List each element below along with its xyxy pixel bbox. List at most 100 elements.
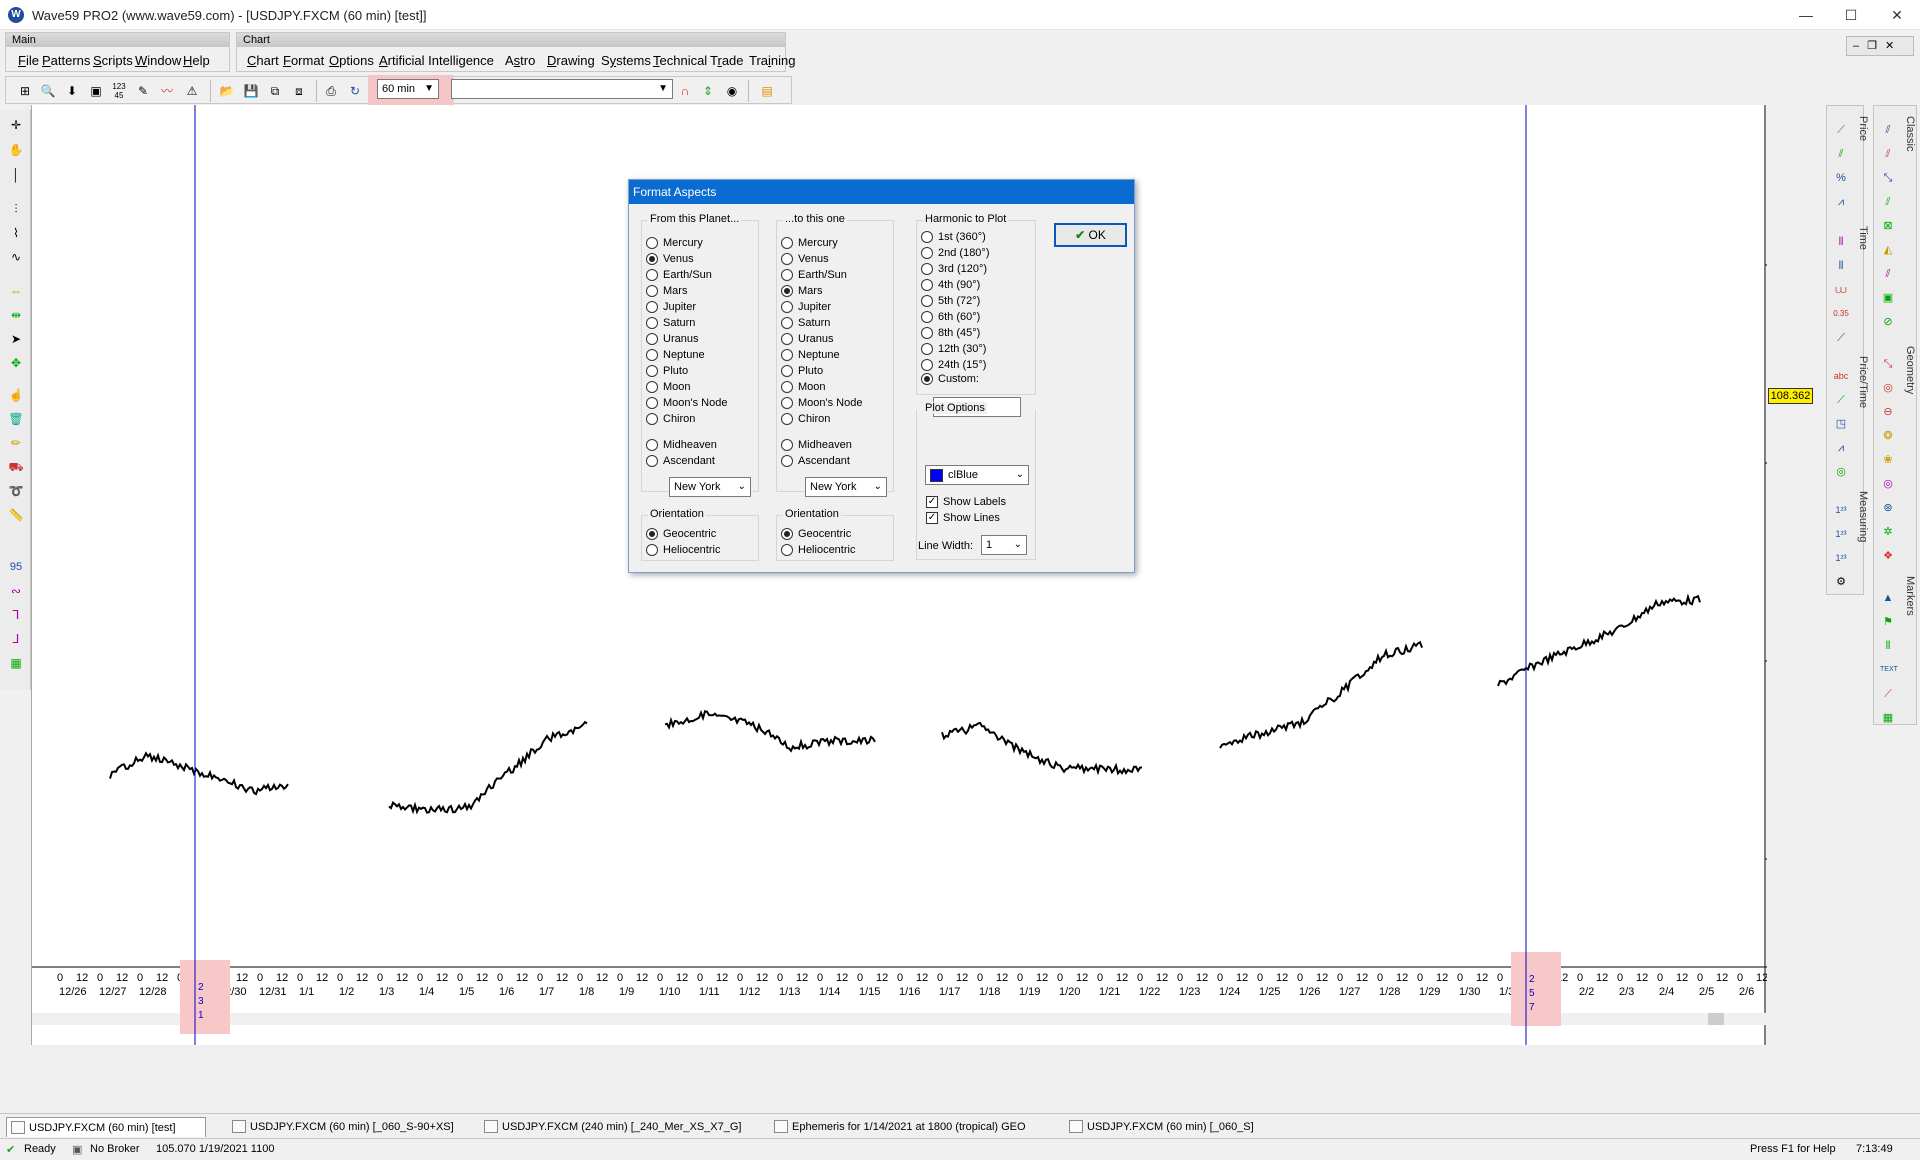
custom-harmonic-radio[interactable]: Custom: [921,371,979,387]
marker-box-icon[interactable]: ▦ [1880,710,1896,726]
geometry-4-icon[interactable]: ❂ [1880,428,1896,444]
from-radio-moon-s-node[interactable]: Moon's Node [646,395,727,411]
classic-6-icon[interactable]: ◭ [1880,242,1896,258]
chart-menu-astro[interactable]: Astro [505,53,535,68]
to-radio-saturn[interactable]: Saturn [781,315,830,331]
marker-text-icon[interactable]: TEXT [1880,662,1898,678]
tab-measuring[interactable]: Measuring [1857,491,1869,542]
to-radio-earth-sun[interactable]: Earth/Sun [781,267,847,283]
marker-text-2-icon[interactable]: ⦀ [1880,638,1896,654]
pointer-icon[interactable]: ☝ [7,386,25,404]
line-width-select[interactable]: 1 ⌄ [981,535,1027,555]
harmonic-radio-12th-30-[interactable]: 12th (30°) [921,341,986,357]
chart-menu-technical[interactable]: Technical [653,53,707,68]
chart-tab[interactable]: USDJPY.FXCM (60 min) [_060_S] [1065,1117,1255,1137]
eye-icon[interactable]: ◉ [723,82,741,100]
grid-icon[interactable]: ▦ [7,654,25,672]
from-orientation-radio-heliocentric[interactable]: Heliocentric [646,542,720,558]
maximize-button[interactable]: ☐ [1828,0,1874,30]
arrow-icon[interactable]: ➤ [7,330,25,348]
alert-icon[interactable]: ⚠ [183,82,201,100]
menu-help[interactable]: Help [183,53,210,68]
marker-line-icon[interactable]: ⟋ [1880,686,1896,702]
new-chart-icon[interactable]: ⊞ [16,82,34,100]
from-radio-ascendant[interactable]: Ascendant [646,453,715,469]
to-radio-midheaven[interactable]: Midheaven [781,437,852,453]
from-radio-mars[interactable]: Mars [646,283,687,299]
from-location-select[interactable]: New York ⌄ [669,477,751,497]
from-radio-chiron[interactable]: Chiron [646,411,695,427]
pt-box-icon[interactable]: ◳ [1833,416,1849,432]
to-radio-chiron[interactable]: Chiron [781,411,830,427]
bars-icon[interactable]: ⫶ [7,200,25,218]
from-orientation-radio-geocentric[interactable]: Geocentric [646,526,716,542]
chart-tab[interactable]: Ephemeris for 1/14/2021 at 1800 (tropica… [770,1117,1050,1137]
to-radio-ascendant[interactable]: Ascendant [781,453,850,469]
refresh-icon[interactable]: ↻ [346,82,364,100]
ruler-icon[interactable]: 📏 [7,506,25,524]
geometry-7-icon[interactable]: ⊛ [1880,500,1896,516]
from-radio-midheaven[interactable]: Midheaven [646,437,717,453]
magnet-icon[interactable]: ∩ [676,82,694,100]
harmonic-radio-1st-360-[interactable]: 1st (360°) [921,229,986,245]
from-radio-venus[interactable]: Venus [646,251,694,267]
interval-select[interactable]: 60 min ▼ [377,79,439,99]
tab-time[interactable]: Time [1857,226,1869,250]
template-icon[interactable]: ⧉ [266,82,284,100]
menu-patterns[interactable]: Patterns [42,53,90,68]
to-radio-venus[interactable]: Venus [781,251,829,267]
up-down-icon[interactable]: ⇕ [699,82,717,100]
wave-icon[interactable]: ∾ [7,582,25,600]
download-icon[interactable]: ⬇ [63,82,81,100]
menu-window[interactable]: Window [135,53,181,68]
to-radio-moon-s-node[interactable]: Moon's Node [781,395,862,411]
chart-menu-systems[interactable]: Systems [601,53,651,68]
geometry-3-icon[interactable]: ⊖ [1880,404,1896,420]
tab-price-time[interactable]: Price/Time [1857,356,1869,408]
classic-5-icon[interactable]: ⊠ [1880,218,1896,234]
close-button[interactable]: ✕ [1874,0,1920,30]
geometry-6-icon[interactable]: ◎ [1880,476,1896,492]
to-radio-mars[interactable]: Mars [781,283,822,299]
classic-3-icon[interactable]: ⤡ [1880,170,1896,186]
pt-fan-icon[interactable]: ⩘ [1833,440,1849,456]
chart-tab[interactable]: USDJPY.FXCM (60 min) [test] [6,1117,206,1137]
time-wave-icon[interactable]: ⩊ [1833,282,1849,298]
zigzag-icon[interactable]: ⩘ [1833,194,1849,210]
time-fib-icon[interactable]: 0.35 [1833,306,1849,322]
crosshair-icon[interactable]: ✛ [7,116,25,134]
mdi-minimize-icon[interactable]: – [1853,40,1867,52]
classic-9-icon[interactable]: ⊘ [1880,314,1896,330]
minimize-button[interactable]: — [1783,0,1829,30]
pt-trend-icon[interactable]: ⟋ [1833,392,1849,408]
fib-1-icon[interactable]: ⅂ [7,606,25,624]
fib-2-icon[interactable]: ⅃ [7,630,25,648]
lasso-icon[interactable]: ➰ [7,482,25,500]
harmonic-radio-8th-45-[interactable]: 8th (45°) [921,325,980,341]
numbers-95-icon[interactable]: 95 [7,558,25,576]
tab-price[interactable]: Price [1857,116,1869,141]
gear-icon[interactable]: ⚙ [1833,574,1849,590]
chart-menu-options[interactable]: Options [329,53,374,68]
swing-icon[interactable]: ⌇ [7,224,25,242]
marker-up-icon[interactable]: ▲ [1880,590,1896,606]
car-icon[interactable]: ⛟ [7,458,25,476]
mdi-close-icon[interactable]: ✕ [1885,40,1902,52]
indicator-icon[interactable]: 〰 [158,82,176,100]
to-radio-jupiter[interactable]: Jupiter [781,299,831,315]
hand-icon[interactable]: ✋ [7,141,25,159]
marker-flag-icon[interactable]: ⚑ [1880,614,1896,630]
chart-menu-trade[interactable]: Trade [710,53,744,68]
extend-icon[interactable]: ⇹ [7,306,25,324]
pt-circle-icon[interactable]: ◎ [1833,464,1849,480]
harmonic-radio-6th-60-[interactable]: 6th (60°) [921,309,980,325]
measure-1-icon[interactable]: 1²³ [1833,502,1849,518]
classic-8-icon[interactable]: ▣ [1880,290,1896,306]
measure-2-icon[interactable]: 1²³ [1833,526,1849,542]
from-radio-neptune[interactable]: Neptune [646,347,705,363]
from-radio-pluto[interactable]: Pluto [646,363,688,379]
classic-4-icon[interactable]: ⫽ [1880,194,1896,210]
print-icon[interactable]: ⎙ [322,82,340,100]
from-radio-jupiter[interactable]: Jupiter [646,299,696,315]
zoom-icon[interactable]: 🔍 [39,82,57,100]
